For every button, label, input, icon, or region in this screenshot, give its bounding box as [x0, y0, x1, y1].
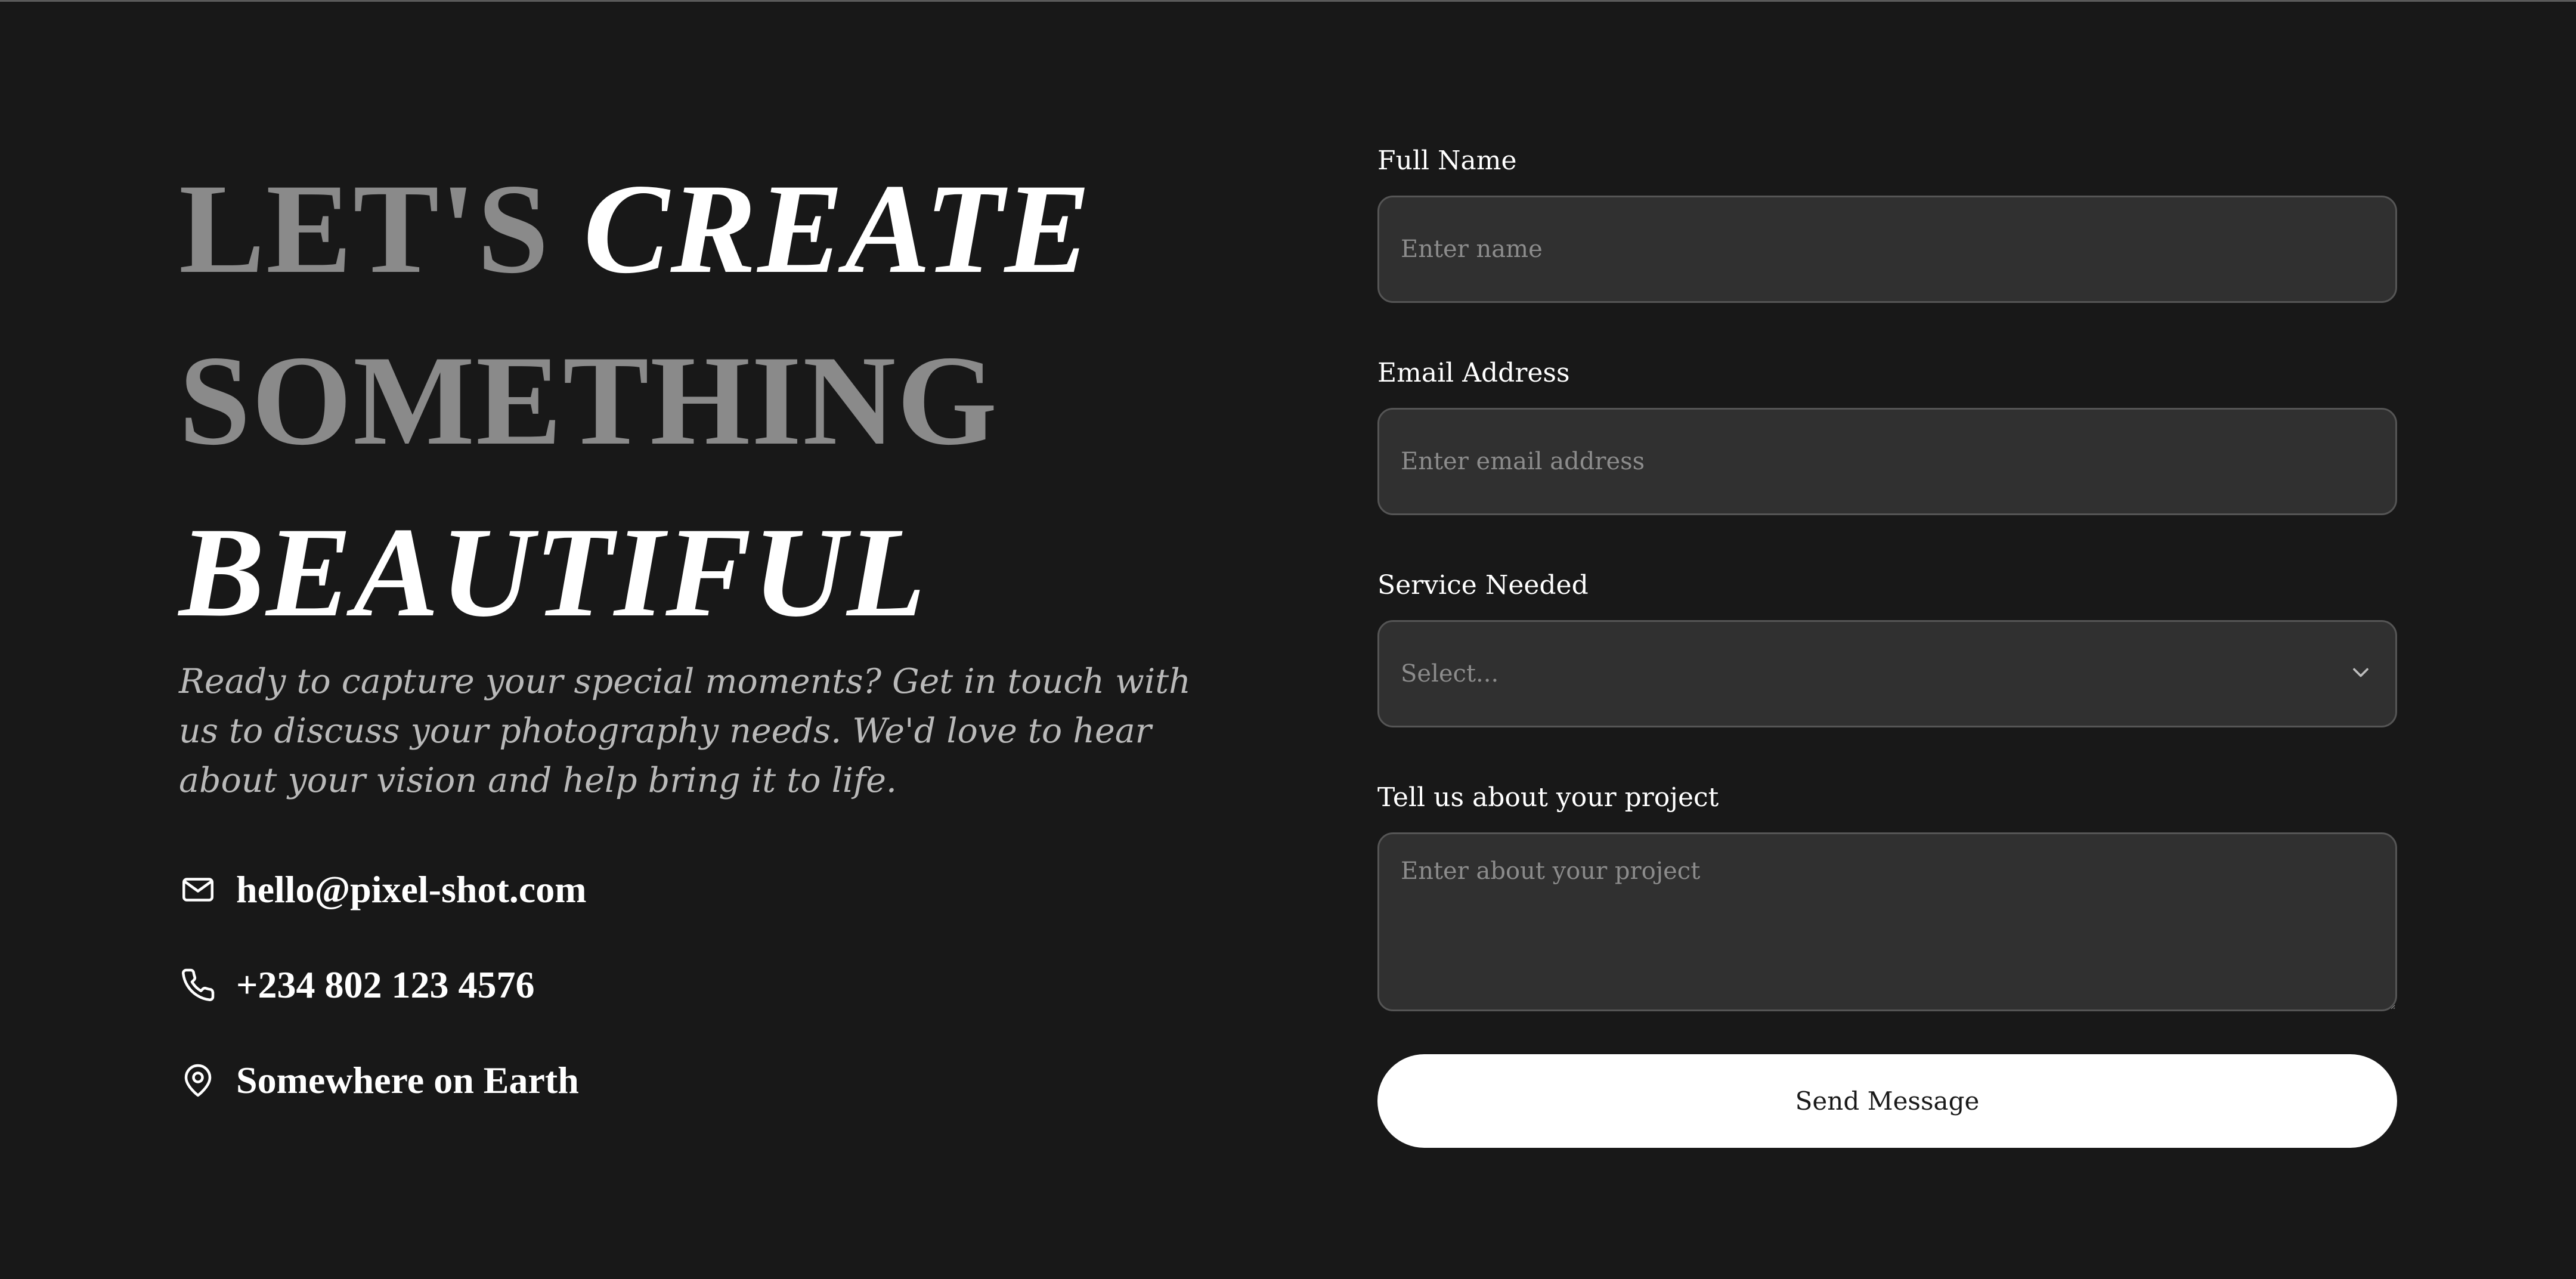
project-label: Tell us about your project	[1377, 782, 1719, 813]
email-group: Email Address	[1377, 355, 2397, 515]
contact-location-text: Somewhere on Earth	[236, 1059, 579, 1101]
contact-email[interactable]: hello@pixel-shot.com	[179, 863, 587, 916]
contact-form: Full Name Email Address Service Needed S…	[1377, 143, 2397, 1148]
full-name-input[interactable]	[1377, 196, 2397, 303]
headline-lets: LET'S	[179, 157, 550, 300]
service-group: Service Needed Select...	[1377, 568, 2397, 727]
location-pin-icon	[179, 1061, 217, 1100]
project-group: Tell us about your project	[1377, 780, 2397, 1011]
email-label: Email Address	[1377, 358, 1570, 388]
service-select[interactable]: Select...	[1377, 620, 2397, 727]
service-label: Service Needed	[1377, 570, 1589, 600]
intro-paragraph: Ready to capture your special moments? G…	[179, 662, 1191, 800]
mail-icon	[179, 871, 217, 909]
headline-create: CREATE	[583, 157, 1092, 300]
contact-location: Somewhere on Earth	[179, 1054, 587, 1107]
chevron-down-icon	[2348, 659, 2374, 688]
headline-something: SOMETHING	[179, 329, 999, 472]
phone-icon	[179, 966, 217, 1004]
send-message-button[interactable]: Send Message	[1377, 1054, 2397, 1148]
full-name-group: Full Name	[1377, 143, 2397, 303]
headline: LET'S CREATE SOMETHING BEAUTIFUL	[179, 143, 1222, 658]
contact-email-text: hello@pixel-shot.com	[236, 868, 587, 911]
project-textarea[interactable]	[1377, 832, 2397, 1011]
full-name-label: Full Name	[1377, 145, 1517, 176]
service-select-value: Select...	[1401, 660, 1499, 687]
headline-beautiful: BEAUTIFUL	[179, 501, 927, 643]
contact-phone[interactable]: +234 802 123 4576	[179, 958, 587, 1012]
contact-phone-text: +234 802 123 4576	[236, 964, 535, 1006]
top-border	[0, 0, 2576, 2]
contact-list: hello@pixel-shot.com +234 802 123 4576 S…	[179, 863, 587, 1149]
email-input[interactable]	[1377, 408, 2397, 515]
contact-intro: LET'S CREATE SOMETHING BEAUTIFUL Ready t…	[179, 143, 1222, 1101]
